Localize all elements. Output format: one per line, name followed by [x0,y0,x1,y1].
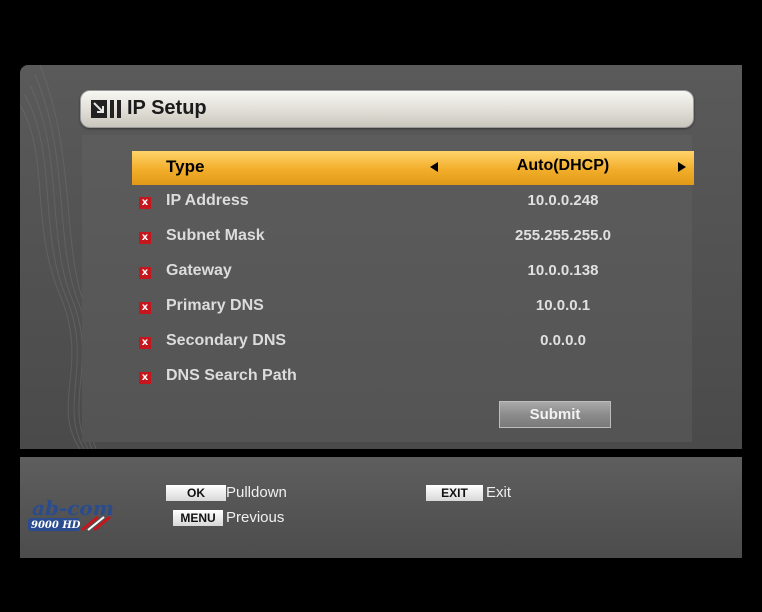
menu-signal-icon [91,100,121,118]
primary-dns-value: 10.0.0.1 [535,297,591,314]
subnet-mask-label: Subnet Mask [166,227,265,244]
type-value: Auto(DHCP) [516,157,610,174]
arrow-left-icon[interactable] [430,162,438,172]
settings-screen: IP Setup Type Auto(DHCP) x IP Address 10… [20,65,742,558]
type-row[interactable]: Type Auto(DHCP) [132,151,694,185]
title-bar: IP Setup [80,90,694,128]
secondary-dns-row[interactable]: x Secondary DNS 0.0.0.0 [132,325,694,359]
settings-panel: Type Auto(DHCP) x IP Address 10.0.0.248 … [82,135,694,442]
menu-key-label: Previous [226,509,285,526]
disabled-x-icon: x [139,302,151,314]
svg-text:ab-com: ab-com [32,496,114,520]
disabled-x-icon: x [139,337,151,349]
ip-address-label: IP Address [166,192,249,209]
subnet-mask-value: 255.255.255.0 [515,227,611,244]
secondary-dns-value: 0.0.0.0 [540,332,586,349]
primary-dns-label: Primary DNS [166,297,264,314]
disabled-x-icon: x [139,372,151,384]
ip-address-value: 10.0.0.248 [527,192,599,209]
arrow-right-icon[interactable] [678,162,686,172]
page-title: IP Setup [127,97,207,119]
ip-address-row[interactable]: x IP Address 10.0.0.248 [132,185,694,219]
gateway-label: Gateway [166,262,232,279]
secondary-dns-label: Secondary DNS [166,332,287,349]
disabled-x-icon: x [139,232,151,244]
submit-button[interactable]: Submit [499,401,611,428]
ok-key-badge: OK [166,485,226,501]
footer-bar: ab-com 9000 HD OK Pulldown MENU Previous… [20,457,742,558]
exit-key-label: Exit [486,484,512,501]
exit-key-badge: EXIT [426,485,483,501]
subnet-mask-row[interactable]: x Subnet Mask 255.255.255.0 [132,220,694,254]
disabled-x-icon: x [139,197,151,209]
primary-dns-row[interactable]: x Primary DNS 10.0.0.1 [132,290,694,324]
type-label: Type [166,157,205,176]
brand-logo: ab-com 9000 HD [28,496,114,532]
dns-search-path-label: DNS Search Path [166,367,297,384]
disabled-x-icon: x [139,267,151,279]
dns-search-path-row[interactable]: x DNS Search Path [132,360,694,394]
menu-background: IP Setup Type Auto(DHCP) x IP Address 10… [20,65,742,449]
svg-text:9000 HD: 9000 HD [31,520,81,531]
menu-key-badge: MENU [173,510,223,526]
ok-key-label: Pulldown [226,484,287,501]
gateway-value: 10.0.0.138 [527,262,599,279]
gateway-row[interactable]: x Gateway 10.0.0.138 [132,255,694,289]
